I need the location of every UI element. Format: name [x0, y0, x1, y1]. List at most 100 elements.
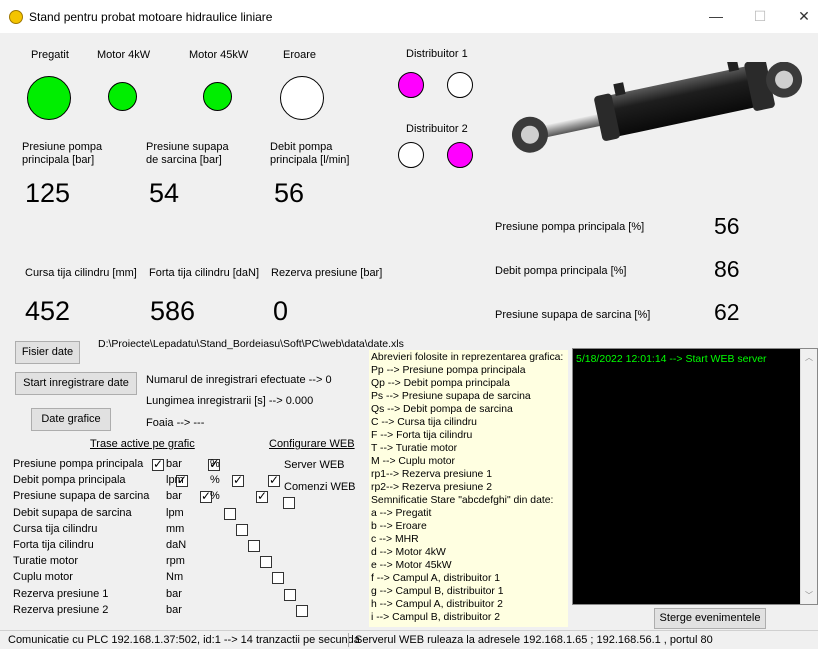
motor4-label: Motor 4kW: [97, 49, 151, 61]
scroll-up-icon[interactable]: ︿: [805, 352, 813, 363]
trace-unit-label: bar: [166, 490, 182, 503]
trace-label: Cuplu motor: [13, 571, 73, 584]
qp-value: 56: [274, 178, 305, 208]
rezerva-value: 0: [273, 296, 289, 326]
trace-percent-checkbox[interactable]: [232, 473, 244, 488]
pp-label: Presiune pompa principala [bar]: [22, 141, 103, 166]
close-button[interactable]: ✕: [789, 4, 818, 28]
ps-label: Presiune supapa de sarcina [bar]: [146, 141, 229, 166]
trace-label: Turatie motor: [13, 555, 79, 568]
legend-line: e --> Motor 45kW: [371, 560, 452, 571]
sterge-evenimentele-button[interactable]: Sterge evenimentele: [654, 608, 766, 629]
forta-value: 586: [150, 296, 196, 326]
legend-line: c --> MHR: [371, 534, 419, 545]
trace-unit-checkbox[interactable]: [284, 588, 296, 601]
comenzi-web-label: Comenzi WEB: [284, 481, 356, 493]
window-title: Stand pentru probat motoare hidraulice l…: [29, 10, 273, 24]
trace-unit-label: lpm: [166, 506, 184, 519]
trace-unit-label: daN: [166, 539, 187, 551]
qp-label: Debit pompa principala [l/min]: [270, 141, 350, 166]
legend-line: i --> Campul B, distribuitor 2: [371, 612, 501, 623]
ps-percent-value: 62: [714, 299, 740, 325]
web-config-header: Configurare WEB: [269, 438, 355, 450]
ps-value: 54: [149, 178, 180, 208]
server-web-label: Server WEB: [284, 459, 345, 471]
distribuitor1-label: Distribuitor 1: [406, 48, 468, 60]
trace-unit-label: rpm: [166, 555, 185, 568]
event-log-scrollbar[interactable]: ︿ ﹀: [800, 349, 817, 604]
trace-percent-checkbox[interactable]: [256, 489, 268, 504]
trace-label: Forta tija cilindru: [13, 539, 94, 551]
trace-unit-checkbox[interactable]: [296, 604, 308, 617]
eroare-lamp: [280, 76, 324, 120]
distribuitor1-b-lamp: [447, 72, 473, 98]
foaia-text: Foaia --> ---: [146, 417, 205, 429]
distribuitor2-label: Distribuitor 2: [406, 123, 468, 135]
trace-unit-label: lpm: [166, 474, 184, 487]
legend-line: b --> Eroare: [371, 521, 427, 532]
legend-line: rp2--> Rezerva presiune 2: [371, 482, 492, 493]
trace-unit-checkbox[interactable]: [248, 540, 260, 552]
fisier-date-button[interactable]: Fisier date: [15, 341, 80, 364]
trace-label: Rezerva presiune 1: [13, 587, 109, 600]
legend-line: f --> Campul A, distribuitor 1: [371, 573, 501, 584]
legend-line: Ps --> Presiune supapa de sarcina: [371, 391, 531, 402]
event-log[interactable]: 5/18/2022 12:01:14 --> Start WEB server …: [572, 348, 818, 605]
server-web-checkbox[interactable]: [268, 473, 280, 487]
hydraulic-cylinder-image: [511, 62, 803, 153]
comenzi-web-checkbox[interactable]: [283, 497, 296, 509]
trace-unit-checkbox[interactable]: [152, 457, 164, 471]
start-inregistrare-button[interactable]: Start inregistrare date: [15, 372, 137, 395]
distribuitor2-b-lamp: [447, 142, 473, 168]
traces-header: Trase active pe grafic: [90, 438, 195, 450]
legend-line: Qp --> Debit pompa principala: [371, 378, 510, 389]
legend-line: Semnificatie Stare "abcdefghi" din date:: [371, 495, 554, 506]
eroare-label: Eroare: [283, 49, 317, 61]
qp-percent-label: Debit pompa principala [%]: [495, 265, 627, 277]
legend-line: g --> Campul B, distribuitor 1: [371, 586, 504, 597]
trace-unit-label: Nm: [166, 571, 184, 584]
minimize-button[interactable]: —: [701, 4, 731, 28]
motor45-lamp: [203, 82, 232, 111]
trace-unit-label: mm: [166, 522, 185, 535]
legend-line: Pp --> Presiune pompa principala: [371, 365, 526, 376]
trace-unit-checkbox[interactable]: [260, 556, 272, 569]
trace-label: Presiune pompa principala: [13, 458, 144, 470]
forta-label: Forta tija cilindru [daN]: [149, 267, 260, 279]
legend-line: Qs --> Debit pompa de sarcina: [371, 404, 513, 415]
motor4-lamp: [108, 82, 137, 111]
trace-unit-checkbox[interactable]: [224, 507, 236, 520]
distribuitor2-a-lamp: [398, 142, 424, 168]
pp-value: 125: [25, 178, 71, 208]
file-path: D:\Proiecte\Lepadatu\Stand_Bordeiasu\Sof…: [98, 338, 404, 350]
trace-unit-checkbox[interactable]: [236, 523, 248, 536]
cursa-value: 452: [25, 296, 71, 326]
trace-percent-label: %: [210, 490, 220, 503]
qp-percent-value: 86: [714, 256, 740, 282]
maximize-button[interactable]: ☐: [745, 4, 775, 28]
pp-percent-value: 56: [714, 213, 740, 239]
app-icon: [9, 10, 23, 24]
scroll-down-icon[interactable]: ﹀: [805, 590, 813, 601]
trace-label: Rezerva presiune 2: [13, 603, 109, 616]
legend-line: h --> Campul A, distribuitor 2: [371, 599, 503, 610]
trace-label: Presiune supapa de sarcina: [13, 490, 150, 503]
date-grafice-button[interactable]: Date grafice: [31, 408, 111, 431]
ps-percent-label: Presiune supapa de sarcina [%]: [495, 309, 651, 321]
legend-line: M --> Cuplu motor: [371, 456, 456, 467]
trace-label: Cursa tija cilindru: [13, 522, 98, 535]
rezerva-label: Rezerva presiune [bar]: [271, 267, 383, 279]
trace-unit-label: bar: [166, 458, 182, 470]
legend-line: a --> Pregatit: [371, 508, 432, 519]
trace-unit-checkbox[interactable]: [272, 572, 284, 585]
pregatit-lamp: [27, 76, 71, 120]
event-log-line: 5/18/2022 12:01:14 --> Start WEB server: [576, 353, 767, 365]
legend-line: T --> Turatie motor: [371, 443, 458, 454]
legend-line: Abrevieri folosite in reprezentarea graf…: [371, 352, 564, 363]
plc-status: Comunicatie cu PLC 192.168.1.37:502, id:…: [8, 634, 360, 646]
trace-unit-label: bar: [166, 587, 182, 600]
trace-label: Debit pompa principala: [13, 474, 126, 487]
legend-line: d --> Motor 4kW: [371, 547, 446, 558]
trace-unit-label: bar: [166, 603, 182, 616]
pregatit-label: Pregatit: [31, 49, 69, 61]
